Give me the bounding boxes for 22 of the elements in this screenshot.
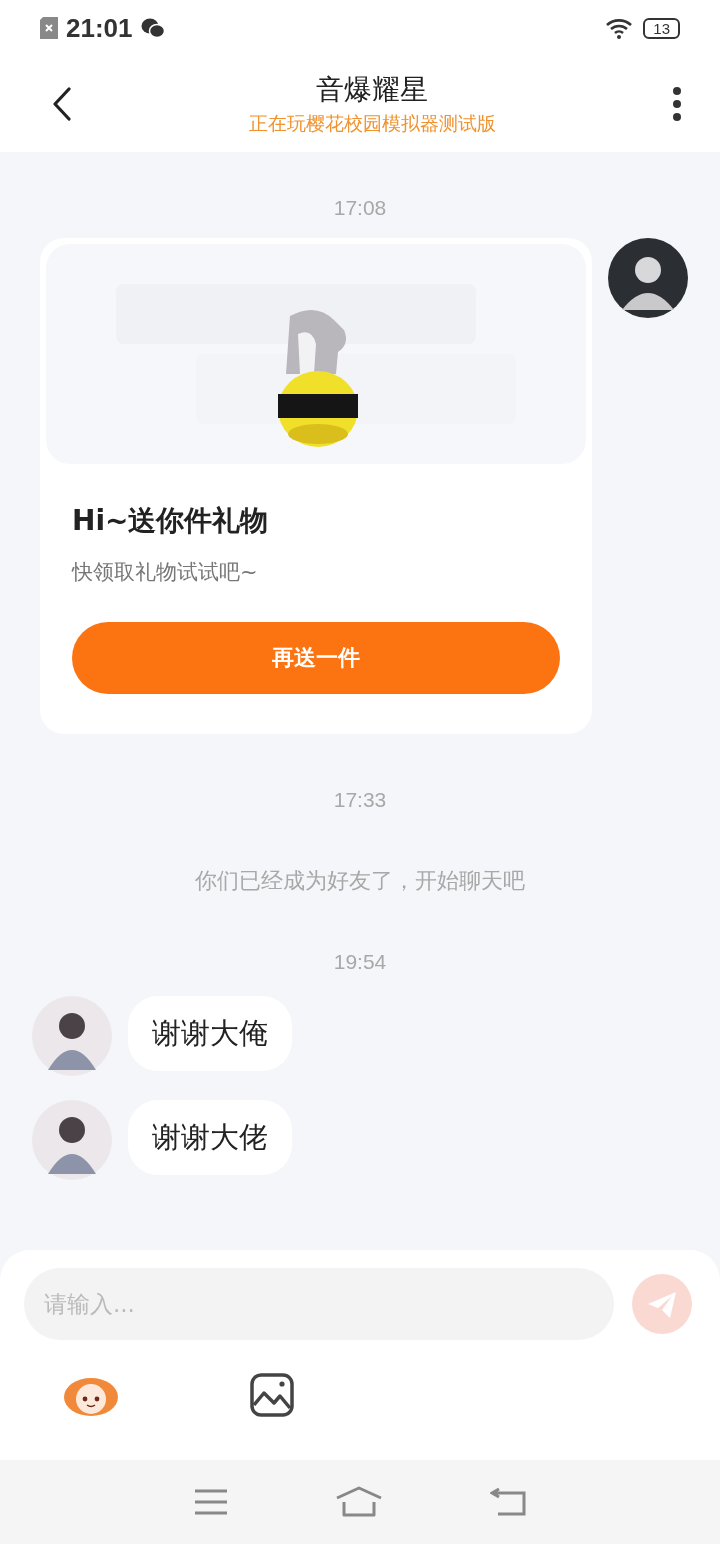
chat-title: 音爆耀星 bbox=[316, 72, 428, 108]
back-nav-icon[interactable] bbox=[490, 1488, 527, 1516]
gift-message: 快领取礼物试试吧~ bbox=[72, 559, 259, 586]
message-bubble: 谢谢大俺 bbox=[128, 996, 292, 1071]
back-icon[interactable] bbox=[52, 87, 72, 121]
message-bubble: 谢谢大佬 bbox=[128, 1100, 292, 1175]
menu-icon[interactable] bbox=[193, 1488, 228, 1516]
send-again-button[interactable]: 再送一件 bbox=[72, 622, 560, 694]
chat-app-icon bbox=[140, 17, 165, 39]
system-message: 你们已经成为好友了，开始聊天吧 bbox=[195, 867, 525, 895]
more-icon[interactable] bbox=[672, 86, 682, 122]
sim-icon bbox=[40, 17, 58, 39]
message-input[interactable]: 请输入... bbox=[24, 1268, 614, 1340]
gift-title: Hi~送你件礼物 bbox=[72, 503, 270, 539]
chat-subtitle: 正在玩樱花校园模拟器测试版 bbox=[248, 111, 496, 136]
image-icon[interactable] bbox=[250, 1373, 294, 1417]
status-time: 21:01 bbox=[66, 12, 133, 44]
message-time: 17:08 bbox=[333, 196, 387, 221]
message-time: 19:54 bbox=[333, 950, 387, 975]
home-icon[interactable] bbox=[335, 1486, 383, 1518]
battery-indicator: 13 bbox=[643, 17, 680, 39]
message-time: 17:33 bbox=[333, 788, 387, 813]
